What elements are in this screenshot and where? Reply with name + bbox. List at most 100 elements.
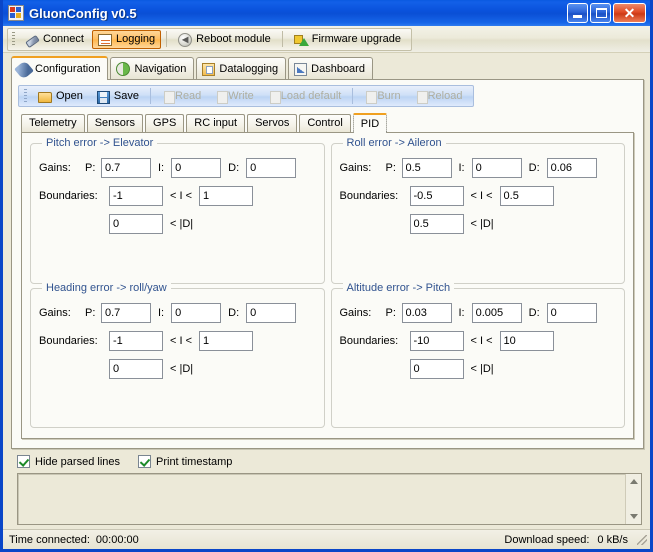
tab-sensors[interactable]: Sensors <box>86 114 144 132</box>
pitch-i-min-input[interactable] <box>109 186 163 206</box>
roll-i-max-input[interactable] <box>499 186 554 206</box>
app-grid-icon <box>8 5 24 21</box>
print-timestamp-label: Print timestamp <box>156 455 233 468</box>
pitch-i-max-input[interactable] <box>199 186 254 206</box>
main-toolbar-strip: Connect Logging ◀ Reboot module Firmware… <box>7 27 413 51</box>
pitch-d-min-input[interactable] <box>109 214 163 234</box>
hide-parsed-lines-checkbox[interactable]: Hide parsed lines <box>17 455 120 468</box>
boundaries-label: Boundaries: <box>339 190 399 202</box>
toolbar-separator <box>281 31 283 47</box>
configuration-tab-page: Open Save Read Write Load default Burn R… <box>11 79 644 449</box>
integral-operator-label: < I < <box>470 190 493 202</box>
pitch-p-gain-input[interactable] <box>101 158 151 178</box>
gains-label: Gains: <box>39 306 71 319</box>
tab-configuration-label: Configuration <box>35 63 101 75</box>
altitude-i-gain-input[interactable] <box>471 302 522 323</box>
floppy-save-icon <box>96 90 110 104</box>
log-options: Hide parsed lines Print timestamp <box>17 455 642 468</box>
altitude-d-gain-input[interactable] <box>546 302 597 323</box>
heading-i-min-input[interactable] <box>109 330 163 351</box>
pitch-d-gain-input[interactable] <box>246 158 297 178</box>
p-label: P: <box>85 306 96 319</box>
heading-i-gain-input[interactable] <box>171 302 222 323</box>
open-button[interactable]: Open <box>32 87 89 106</box>
pid-group-title: Pitch error -> Elevator <box>42 137 158 149</box>
log-output-box[interactable] <box>17 473 642 525</box>
wrench-icon <box>14 59 34 80</box>
hide-parsed-lines-label: Hide parsed lines <box>35 455 120 468</box>
heading-p-gain-input[interactable] <box>101 302 151 323</box>
d-label: D: <box>228 306 240 319</box>
heading-d-min-input[interactable] <box>109 358 163 379</box>
burn-doc-icon <box>366 90 378 104</box>
pitch-i-gain-input[interactable] <box>171 158 222 178</box>
tab-navigation[interactable]: Navigation <box>110 57 195 79</box>
boundaries-label: Boundaries: <box>39 190 98 202</box>
boundaries-row: Boundaries: < I < <box>339 330 617 351</box>
boundaries-label: Boundaries: <box>339 334 399 347</box>
tab-gps[interactable]: GPS <box>145 114 185 132</box>
tab-control[interactable]: Control <box>299 114 351 132</box>
tab-telemetry[interactable]: Telemetry <box>21 114 85 132</box>
altitude-p-gain-input[interactable] <box>401 302 452 323</box>
roll-d-min-input[interactable] <box>409 214 464 234</box>
file-toolbar: Open Save Read Write Load default Burn R… <box>12 80 643 111</box>
tab-pid[interactable]: PID <box>352 113 388 133</box>
derivative-operator-label: < |D| <box>470 218 494 230</box>
roll-p-gain-input[interactable] <box>401 158 452 178</box>
burn-button: Burn <box>358 87 406 106</box>
d-label: D: <box>528 162 540 174</box>
tab-rc-input[interactable]: RC input <box>186 114 246 132</box>
gains-row: Gains: P: I: D: <box>39 158 316 178</box>
open-button-label: Open <box>56 90 83 102</box>
minimize-button[interactable] <box>567 3 588 23</box>
load-default-icon <box>269 90 281 104</box>
toolbar-grip-handle[interactable] <box>12 31 15 47</box>
read-doc-icon <box>164 90 175 104</box>
main-toolbar: Connect Logging ◀ Reboot module Firmware… <box>3 26 650 53</box>
tab-datalogging-label: Datalogging <box>219 62 279 75</box>
load-default-button-label: Load default <box>280 90 342 102</box>
d-label: D: <box>228 162 240 174</box>
altitude-i-min-input[interactable] <box>409 330 464 351</box>
log-output-text[interactable] <box>18 474 625 524</box>
tab-dashboard[interactable]: Dashboard <box>288 57 373 79</box>
heading-d-gain-input[interactable] <box>246 302 297 323</box>
download-speed-label: Download speed: <box>504 533 590 546</box>
roll-i-min-input[interactable] <box>409 186 464 206</box>
gains-label: Gains: <box>39 162 71 174</box>
checkmark-icon <box>17 455 30 468</box>
heading-i-max-input[interactable] <box>199 330 254 351</box>
boundaries-label: Boundaries: <box>39 334 98 347</box>
boundaries-row: Boundaries: < I < <box>39 330 316 351</box>
reboot-module-button[interactable]: ◀ Reboot module <box>172 30 277 49</box>
print-timestamp-checkbox[interactable]: Print timestamp <box>138 455 232 468</box>
tab-datalogging[interactable]: Datalogging <box>196 57 287 79</box>
log-scrollbar[interactable] <box>625 474 641 524</box>
altitude-d-min-input[interactable] <box>409 358 464 379</box>
resize-grip-icon[interactable] <box>636 534 648 546</box>
compass-icon <box>116 62 131 76</box>
chevron-down-icon <box>629 514 638 519</box>
reboot-circle-icon: ◀ <box>178 32 193 47</box>
status-bar: Time connected: 00:00:00 Download speed:… <box>3 529 650 549</box>
pid-group-title: Heading error -> roll/yaw <box>42 281 171 294</box>
firmware-upgrade-button[interactable]: Firmware upgrade <box>288 30 407 49</box>
logging-button[interactable]: Logging <box>91 29 162 49</box>
connect-button[interactable]: Connect <box>20 30 90 49</box>
save-button[interactable]: Save <box>91 87 145 106</box>
scroll-down-button[interactable] <box>626 509 641 524</box>
roll-i-gain-input[interactable] <box>471 158 522 178</box>
close-button[interactable]: ✕ <box>613 3 646 23</box>
altitude-i-max-input[interactable] <box>499 330 554 351</box>
roll-d-gain-input[interactable] <box>546 158 597 178</box>
derivative-bound-row: < |D| <box>340 358 617 379</box>
maximize-button[interactable] <box>590 3 611 23</box>
file-toolbar-grip-handle[interactable] <box>24 88 27 104</box>
tab-servos[interactable]: Servos <box>247 114 298 132</box>
tab-configuration[interactable]: Configuration <box>11 56 109 80</box>
scroll-up-button[interactable] <box>626 474 641 489</box>
i-label: I: <box>458 162 465 174</box>
i-label: I: <box>158 306 165 319</box>
derivative-bound-row: < |D| <box>340 214 617 234</box>
